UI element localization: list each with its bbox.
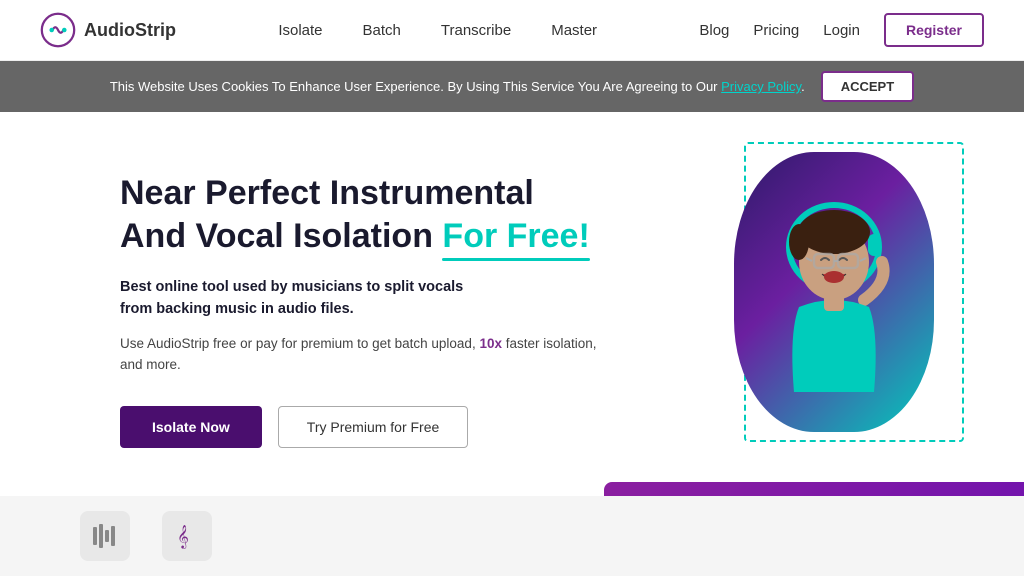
hero-title: Near Perfect Instrumental And Vocal Isol… — [120, 172, 620, 257]
privacy-policy-link[interactable]: Privacy Policy — [721, 79, 801, 94]
musical-notes-icon: 𝄞 — [172, 521, 202, 551]
nav-transcribe[interactable]: Transcribe — [441, 22, 511, 39]
person-illustration — [734, 152, 934, 432]
bottom-icon-1 — [80, 511, 130, 561]
hero-text: Near Perfect Instrumental And Vocal Isol… — [120, 172, 620, 448]
music-icon — [90, 521, 120, 551]
logo[interactable]: AudioStrip — [40, 12, 176, 48]
logo-icon — [40, 12, 76, 48]
accept-cookies-button[interactable]: ACCEPT — [821, 71, 914, 102]
nav-right: Blog Pricing Login Register — [699, 13, 984, 47]
hero-subtitle: Best online tool used by musicians to sp… — [120, 277, 620, 321]
try-premium-button[interactable]: Try Premium for Free — [278, 406, 469, 448]
brand-name: AudioStrip — [84, 20, 176, 41]
register-button[interactable]: Register — [884, 13, 984, 47]
nav-pricing[interactable]: Pricing — [753, 22, 799, 39]
hero-desc: Use AudioStrip free or pay for premium t… — [120, 333, 620, 376]
nav-isolate[interactable]: Isolate — [278, 22, 322, 39]
hero-section: Near Perfect Instrumental And Vocal Isol… — [0, 112, 1024, 542]
svg-text:𝄞: 𝄞 — [177, 526, 189, 549]
isolate-now-button[interactable]: Isolate Now — [120, 406, 262, 448]
premium-link[interactable]: 10x — [479, 336, 502, 351]
hero-title-highlight: For Free! — [442, 215, 589, 258]
hero-person-image — [734, 152, 934, 432]
nav-master[interactable]: Master — [551, 22, 597, 39]
bottom-icon-2: 𝄞 — [162, 511, 212, 561]
hero-buttons: Isolate Now Try Premium for Free — [120, 406, 620, 448]
bottom-strip: 𝄞 — [0, 496, 1024, 576]
hero-image — [744, 142, 964, 442]
nav-batch[interactable]: Batch — [363, 22, 401, 39]
cookie-text: This Website Uses Cookies To Enhance Use… — [110, 79, 805, 94]
nav-login[interactable]: Login — [823, 22, 860, 39]
cookie-banner: This Website Uses Cookies To Enhance Use… — [0, 61, 1024, 112]
nav-blog[interactable]: Blog — [699, 22, 729, 39]
nav-center: Isolate Batch Transcribe Master — [278, 22, 597, 39]
navbar: AudioStrip Isolate Batch Transcribe Mast… — [0, 0, 1024, 61]
